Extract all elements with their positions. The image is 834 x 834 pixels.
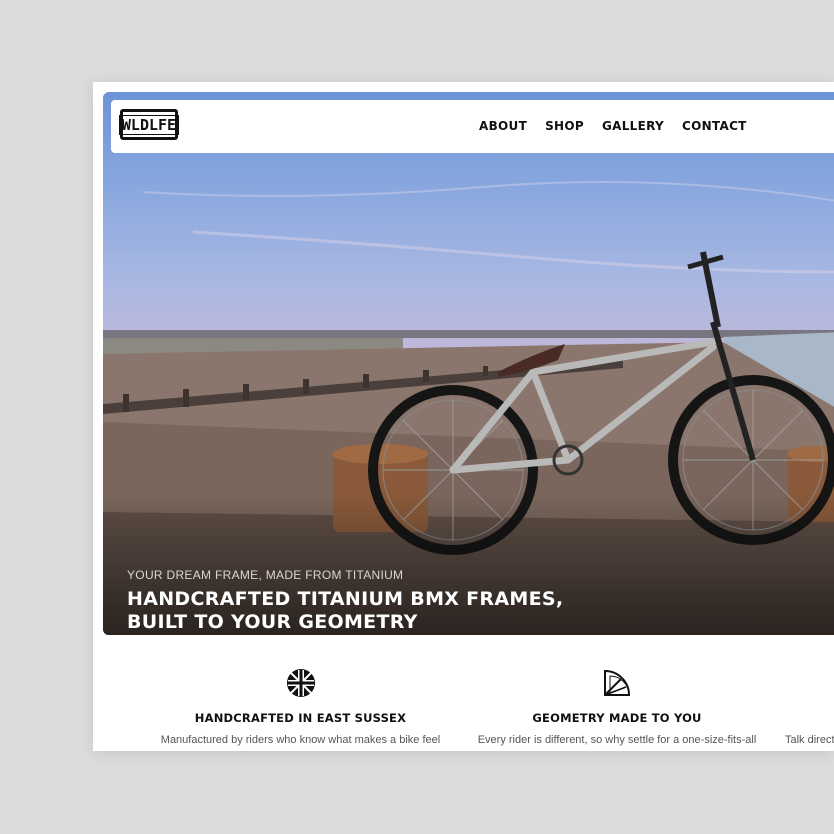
bmx-bike-on-beach-photo (103, 181, 834, 635)
logo[interactable]: WLDLFE (118, 109, 180, 140)
hero-banner: YOUR DREAM FRAME, MADE FROM TITANIUM HAN… (103, 92, 834, 635)
main-nav: ABOUT SHOP GALLERY CONTACT (479, 119, 765, 133)
feature-title (785, 667, 834, 725)
feature-title: HANDCRAFTED IN EAST SUSSEX (194, 711, 407, 725)
hero-title: HANDCRAFTED TITANIUM BMX FRAMES, BUILT T… (127, 588, 607, 634)
hero-title-line2: BUILT TO YOUR GEOMETRY (127, 611, 418, 633)
feature-title: GEOMETRY MADE TO YOU (532, 711, 702, 725)
feature-description: Every rider is different, so why settle … (477, 734, 757, 746)
nav-about[interactable]: ABOUT (479, 119, 527, 133)
nav-gallery[interactable]: GALLERY (602, 119, 664, 133)
hero-title-line1: HANDCRAFTED TITANIUM BMX FRAMES, (127, 588, 564, 610)
protractor-icon (604, 669, 631, 696)
website-frame: YOUR DREAM FRAME, MADE FROM TITANIUM HAN… (93, 82, 834, 751)
feature-talk-direct: Talk direct (785, 667, 834, 746)
feature-description: Manufactured by riders who know what mak… (160, 734, 441, 746)
feature-handcrafted: HANDCRAFTED IN EAST SUSSEX Manufactured … (158, 667, 443, 746)
hero-subtitle: YOUR DREAM FRAME, MADE FROM TITANIUM (127, 568, 404, 582)
union-jack-icon (286, 669, 315, 697)
feature-description: Talk direct (785, 734, 834, 746)
header-navbar: WLDLFE ABOUT SHOP GALLERY CONTACT (111, 100, 834, 153)
logo-text: WLDLFE (118, 114, 180, 135)
nav-shop[interactable]: SHOP (545, 119, 584, 133)
nav-contact[interactable]: CONTACT (682, 119, 747, 133)
feature-geometry: GEOMETRY MADE TO YOU Every rider is diff… (467, 667, 767, 746)
